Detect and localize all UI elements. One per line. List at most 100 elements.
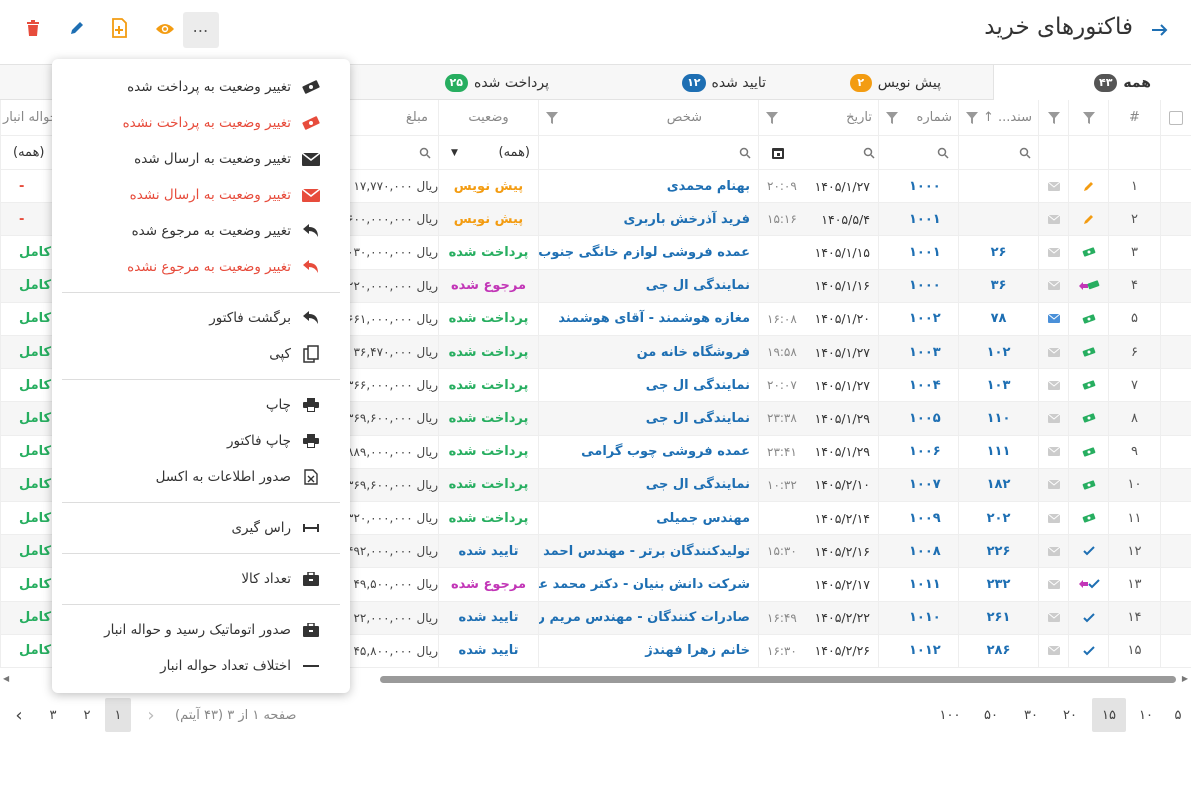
menu-item[interactable]: برگشت فاکتور (209, 306, 322, 330)
row-checkbox-cell[interactable] (1160, 302, 1191, 335)
invoice-number-link[interactable]: ۱۰۰۱ (878, 203, 958, 236)
doc-number-link[interactable]: ۷۸ (958, 302, 1038, 335)
row-checkbox-cell[interactable] (1160, 269, 1191, 302)
page-size-100[interactable]: ۱۰۰ (937, 698, 963, 732)
page-size-20[interactable]: ۲۰ (1057, 698, 1083, 732)
doc-number-link[interactable]: ۲۶ (958, 236, 1038, 269)
row-checkbox-cell[interactable] (1160, 634, 1191, 667)
person-link[interactable]: نمایندگی ال جی (538, 269, 758, 302)
person-link[interactable]: نمایندگی ال جی (538, 402, 758, 435)
new-invoice-button[interactable] (102, 12, 138, 48)
doc-number-link[interactable]: ۲۳۲ (958, 568, 1038, 601)
person-link[interactable]: تولیدکنندگان برتر - مهندس احمد فرجی (538, 535, 758, 568)
invoice-number-link[interactable]: ۱۰۰۳ (878, 336, 958, 369)
menu-item[interactable]: صدور اطلاعات به اکسل (156, 465, 322, 489)
tab-approved[interactable]: تایید شده ۱۲ (682, 65, 766, 100)
column-header-number[interactable]: شماره (878, 100, 958, 135)
row-checkbox-cell[interactable] (1160, 435, 1191, 468)
doc-number-link[interactable] (958, 170, 1038, 203)
page-size-15[interactable]: ۱۵ (1092, 698, 1126, 732)
invoice-number-link[interactable]: ۱۰۱۰ (878, 601, 958, 634)
menu-item[interactable]: کپی (269, 342, 322, 366)
row-checkbox-cell[interactable] (1160, 601, 1191, 634)
column-header-amount[interactable]: مبلغ (338, 100, 438, 135)
person-link[interactable]: شرکت دانش بنیان - دکتر محمد عباسی (538, 568, 758, 601)
page-size-5[interactable]: ۵ (1165, 698, 1191, 732)
person-filter-input[interactable] (538, 136, 758, 169)
person-link[interactable]: مغازه هوشمند - آقای هوشمند (538, 302, 758, 335)
page-size-30[interactable]: ۳۰ (1018, 698, 1044, 732)
back-arrow-icon[interactable] (1149, 20, 1169, 40)
row-checkbox-cell[interactable] (1160, 502, 1191, 535)
invoice-number-link[interactable]: ۱۰۰۵ (878, 402, 958, 435)
edit-button[interactable] (59, 12, 95, 48)
tab-all[interactable]: همه ۴۳ (993, 65, 1191, 100)
doc-number-link[interactable]: ۱۰۳ (958, 369, 1038, 402)
doc-number-link[interactable]: ۱۱۱ (958, 435, 1038, 468)
page-size-50[interactable]: ۵۰ (978, 698, 1004, 732)
person-link[interactable]: صادرات کنندگان - مهندس مریم راد (538, 601, 758, 634)
status-filter-select[interactable]: ▼ (همه) (438, 136, 538, 169)
person-link[interactable]: نمایندگی ال جی (538, 468, 758, 501)
calendar-icon[interactable] (771, 146, 785, 160)
person-link[interactable]: عمده فروشی لوازم خانگی جنوب (538, 236, 758, 269)
invoice-number-link[interactable]: ۱۰۱۲ (878, 634, 958, 667)
doc-number-link[interactable]: ۱۰۲ (958, 336, 1038, 369)
tab-draft[interactable]: پیش نویس ۲ (849, 65, 941, 100)
invoice-number-link[interactable]: ۱۰۰۴ (878, 369, 958, 402)
invoice-number-link[interactable]: ۱۰۰۶ (878, 435, 958, 468)
menu-item[interactable]: راس گیری (231, 516, 322, 540)
invoice-number-link[interactable]: ۱۰۰۰ (878, 269, 958, 302)
person-link[interactable]: نمایندگی ال جی (538, 369, 758, 402)
page-size-10[interactable]: ۱۰ (1133, 698, 1159, 732)
date-filter-input[interactable] (758, 136, 878, 169)
menu-item[interactable]: تغییر وضعیت به مرجوع نشده (127, 255, 322, 279)
menu-item[interactable]: تعداد کالا (241, 567, 322, 591)
view-button[interactable] (147, 12, 183, 48)
doc-number-link[interactable]: ۲۶۱ (958, 601, 1038, 634)
row-checkbox-cell[interactable] (1160, 468, 1191, 501)
row-checkbox-cell[interactable] (1160, 535, 1191, 568)
column-header-index[interactable]: # (1108, 100, 1160, 135)
menu-item[interactable]: تغییر وضعیت به ارسال نشده (130, 183, 322, 207)
row-checkbox-cell[interactable] (1160, 336, 1191, 369)
scrollbar-thumb[interactable] (380, 676, 1176, 683)
page-1[interactable]: ۱ (105, 698, 131, 732)
column-header-status[interactable]: وضعیت (438, 100, 538, 135)
doc-number-link[interactable]: ۳۶ (958, 269, 1038, 302)
menu-item[interactable]: تغییر وضعیت به مرجوع شده (132, 219, 322, 243)
doc-filter-input[interactable] (958, 136, 1038, 169)
column-filter-mail-icon[interactable] (1038, 100, 1068, 135)
column-header-date[interactable]: تاریخ (758, 100, 878, 135)
invoice-number-link[interactable]: ۱۰۰۰ (878, 170, 958, 203)
person-link[interactable]: فرید آذرخش باربری (538, 203, 758, 236)
doc-number-link[interactable]: ۱۸۲ (958, 468, 1038, 501)
invoice-number-link[interactable]: ۱۰۰۷ (878, 468, 958, 501)
amount-filter-input[interactable] (338, 136, 438, 169)
more-actions-button[interactable]: ⋯ (183, 12, 219, 48)
invoice-number-link[interactable]: ۱۰۱۱ (878, 568, 958, 601)
row-checkbox-cell[interactable] (1160, 170, 1191, 203)
menu-item[interactable]: چاپ (266, 393, 322, 417)
menu-item[interactable]: تغییر وضعیت به پرداخت شده (127, 75, 322, 99)
menu-item[interactable]: تغییر وضعیت به پرداخت نشده (123, 111, 322, 135)
person-link[interactable]: بهنام محمدی (538, 170, 758, 203)
scroll-right-icon[interactable]: ▶ (1182, 674, 1188, 683)
select-all-checkbox[interactable] (1160, 100, 1191, 135)
column-header-person[interactable]: شخص (538, 100, 758, 135)
person-link[interactable]: فروشگاه خانه من (538, 336, 758, 369)
next-page-icon[interactable]: ‹ (6, 698, 32, 732)
invoice-number-link[interactable]: ۱۰۰۹ (878, 502, 958, 535)
menu-item[interactable]: اختلاف تعداد حواله انبار (160, 654, 322, 678)
person-link[interactable]: عمده فروشی چوب گرامی (538, 435, 758, 468)
page-2[interactable]: ۲ (74, 698, 100, 732)
invoice-number-link[interactable]: ۱۰۰۱ (878, 236, 958, 269)
number-filter-input[interactable] (878, 136, 958, 169)
tab-paid[interactable]: پرداخت شده ۲۵ (444, 65, 549, 100)
row-checkbox-cell[interactable] (1160, 236, 1191, 269)
row-checkbox-cell[interactable] (1160, 369, 1191, 402)
menu-item[interactable]: چاپ فاکتور (227, 429, 322, 453)
menu-item[interactable]: تغییر وضعیت به ارسال شده (134, 147, 322, 171)
column-filter-status-icon[interactable] (1068, 100, 1108, 135)
doc-number-link[interactable]: ۱۱۰ (958, 402, 1038, 435)
